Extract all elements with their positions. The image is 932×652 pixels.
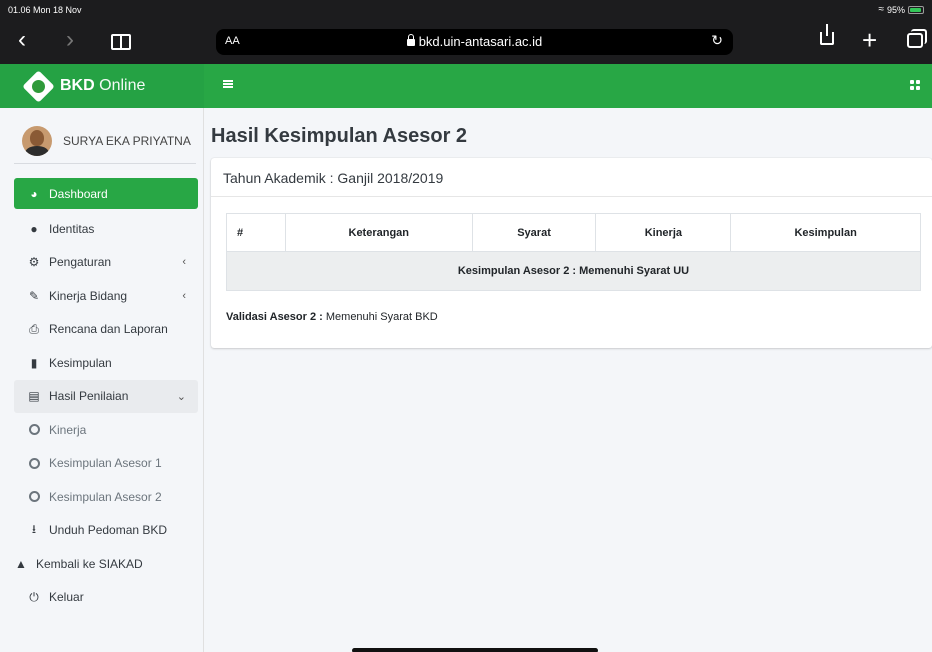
forward-icon[interactable]: ›	[66, 26, 74, 54]
sidebar-menu: ◕ Dashboard ● Identitas ⚙ Pengaturan ‹ ✎…	[14, 178, 198, 614]
lock-icon	[406, 34, 415, 46]
status-time: 01.06 Mon 18 Nov	[8, 5, 82, 15]
sidebar-item-label: Keluar	[49, 590, 84, 605]
validation-text: Validasi Asesor 2 : Memenuhi Syarat BKD	[226, 311, 438, 323]
reload-icon[interactable]: ↻	[711, 32, 723, 49]
hamburger-menu-icon[interactable]	[223, 80, 233, 88]
sidebar-item-label: Hasil Penilaian	[49, 389, 129, 404]
sidebar-item-identitas[interactable]: ● Identitas	[14, 212, 198, 246]
sidebar-item-label: Kesimpulan Asesor 1	[49, 456, 162, 471]
chevron-left-icon: ‹	[182, 289, 186, 302]
result-card: Tahun Akademik : Ganjil 2018/2019 # Kete…	[211, 158, 932, 348]
column-header-keterangan: Keterangan	[284, 213, 473, 252]
summary-cell: Kesimpulan Asesor 2 : Memenuhi Syarat UU	[226, 251, 921, 291]
sidebar-item-label: Rencana dan Laporan	[49, 322, 168, 337]
chevron-left-icon: ‹	[182, 256, 186, 269]
column-header-number: #	[226, 213, 286, 252]
status-indicators: ≈ 95%	[878, 4, 924, 15]
sidebar-item-label: Dashboard	[49, 186, 108, 201]
table-header-row: # Keterangan Syarat Kinerja Kesimpulan	[226, 213, 921, 252]
sidebar-item-kesimpulan[interactable]: ▮ Kesimpulan	[14, 346, 198, 380]
circle-icon	[27, 423, 41, 437]
power-icon: ⏻	[29, 589, 39, 604]
sidebar-item-label: Kinerja	[49, 422, 87, 437]
gear-icon: ⚙	[28, 255, 40, 270]
battery-icon	[908, 5, 924, 14]
url-text: bkd.uin-antasari.ac.id	[418, 34, 543, 49]
circle-icon	[27, 490, 41, 504]
address-bar[interactable]: AA bkd.uin-antasari.ac.id ↻	[216, 29, 733, 55]
tabs-icon[interactable]	[907, 29, 927, 48]
sidebar-item-kinerja[interactable]: Kinerja	[14, 413, 198, 447]
download-icon: ⭳	[31, 521, 37, 536]
sidebar-item-hasil-penilaian[interactable]: ▤ Hasil Penilaian ⌄	[14, 379, 198, 413]
avatar	[22, 125, 52, 156]
back-icon[interactable]: ‹	[18, 26, 26, 54]
user-name: SURYA EKA PRIYATNA	[63, 133, 191, 148]
battery-percent: 95%	[886, 4, 905, 15]
sidebar-item-kinerja-bidang[interactable]: ✎ Kinerja Bidang ‹	[14, 279, 198, 313]
sidebar-item-kesimpulan-asesor-2[interactable]: Kesimpulan Asesor 2	[14, 480, 198, 514]
result-table: # Keterangan Syarat Kinerja Kesimpulan K…	[226, 213, 921, 291]
brand[interactable]: BKD Online	[0, 64, 204, 108]
sidebar-item-label: Unduh Pedoman BKD	[49, 523, 168, 538]
logo-icon	[22, 69, 55, 103]
browser-toolbar: ‹ › AA bkd.uin-antasari.ac.id ↻ +	[0, 20, 932, 64]
sidebar-item-label: Kembali ke SIAKAD	[36, 556, 143, 571]
brand-name: BKD Online	[60, 77, 145, 95]
brand-rest: Online	[94, 77, 146, 94]
main-content: Hasil Kesimpulan Asesor 2 Tahun Akademik…	[204, 108, 932, 652]
sidebar-item-label: Kesimpulan Asesor 2	[49, 489, 162, 504]
sidebar-item-pengaturan[interactable]: ⚙ Pengaturan ‹	[14, 246, 198, 280]
brand-bold: BKD	[60, 77, 95, 94]
circle-icon	[27, 456, 41, 470]
new-tab-icon[interactable]: +	[862, 25, 877, 56]
edit-icon: ✎	[28, 288, 40, 303]
file-icon: ▤	[28, 389, 40, 404]
share-icon[interactable]	[820, 24, 834, 45]
sidebar-item-rencana-laporan[interactable]: ⎙ Rencana dan Laporan	[14, 313, 198, 347]
status-bar: 01.06 Mon 18 Nov ≈ 95%	[0, 0, 932, 20]
sidebar-item-label: Kinerja Bidang	[49, 288, 128, 303]
sidebar-item-label: Pengaturan	[49, 255, 112, 270]
sidebar-item-dashboard[interactable]: ◕ Dashboard	[14, 178, 198, 209]
print-icon: ⎙	[29, 321, 39, 336]
column-header-kinerja: Kinerja	[595, 213, 732, 252]
sidebar-item-kembali-siakad[interactable]: ▲ Kembali ke SIAKAD	[14, 547, 198, 581]
user-icon: ●	[30, 221, 38, 236]
page-title: Hasil Kesimpulan Asesor 2	[211, 125, 468, 147]
validation-value: Memenuhi Syarat BKD	[322, 311, 438, 323]
graduation-cap-icon: ▲	[15, 556, 27, 571]
card-header: Tahun Akademik : Ganjil 2018/2019	[211, 158, 932, 197]
url-display[interactable]: bkd.uin-antasari.ac.id	[216, 34, 733, 49]
bookmarks-icon[interactable]	[111, 34, 131, 50]
wifi-icon: ≈	[878, 4, 884, 15]
sidebar-item-label: Identitas	[49, 221, 95, 236]
table-row: Kesimpulan Asesor 2 : Memenuhi Syarat UU	[226, 251, 921, 291]
dashboard-icon: ◕	[30, 186, 38, 201]
column-header-kesimpulan: Kesimpulan	[730, 213, 921, 252]
book-icon: ▮	[30, 355, 38, 370]
sidebar-item-unduh-pedoman[interactable]: ⭳ Unduh Pedoman BKD	[14, 514, 198, 548]
validation-label: Validasi Asesor 2 :	[226, 311, 323, 323]
chevron-down-icon: ⌄	[176, 390, 186, 403]
sidebar: SURYA EKA PRIYATNA ◕ Dashboard ● Identit…	[0, 108, 204, 652]
topbar	[204, 64, 932, 108]
sidebar-item-kesimpulan-asesor-1[interactable]: Kesimpulan Asesor 1	[14, 447, 198, 481]
sidebar-item-keluar[interactable]: ⏻ Keluar	[14, 581, 198, 615]
column-header-syarat: Syarat	[471, 213, 597, 252]
grid-icon[interactable]	[910, 80, 920, 90]
sidebar-item-label: Kesimpulan	[49, 355, 112, 370]
home-indicator	[352, 648, 598, 652]
user-panel[interactable]: SURYA EKA PRIYATNA	[14, 118, 196, 164]
